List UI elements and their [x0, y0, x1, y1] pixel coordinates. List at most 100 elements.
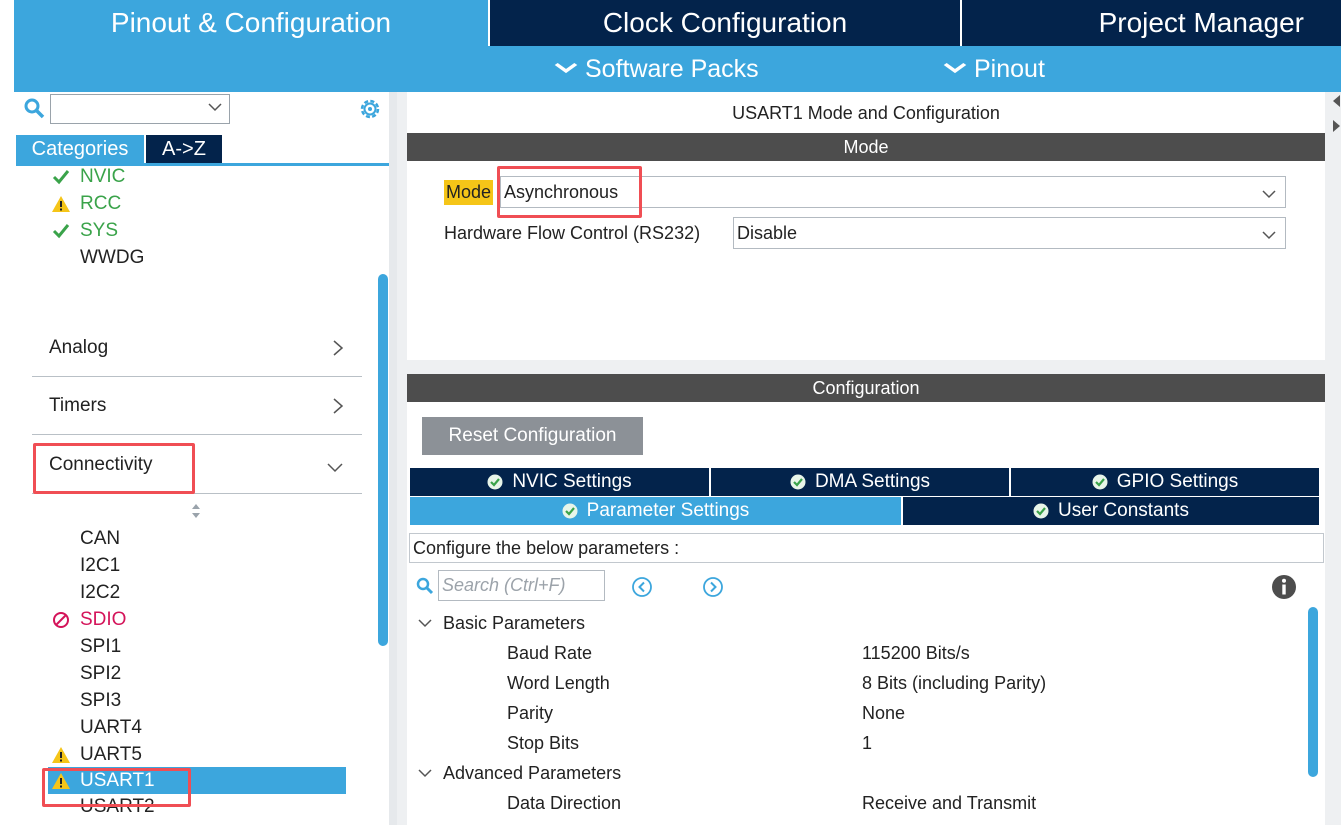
tab-label: NVIC Settings: [512, 471, 632, 492]
mode-header: Mode: [407, 133, 1325, 161]
tab-clock-configuration[interactable]: Clock Configuration: [490, 0, 960, 46]
list-item-label: SPI1: [80, 636, 122, 657]
blank-icon: [50, 717, 72, 739]
gear-icon[interactable]: [357, 96, 383, 127]
next-result-icon[interactable]: [702, 576, 724, 603]
section-label: Analog: [49, 336, 109, 358]
hfc-label: Hardware Flow Control (RS232): [444, 223, 701, 243]
list-item-uart4[interactable]: UART4: [50, 715, 142, 741]
list-item-label: I2C2: [80, 582, 121, 603]
list-item-spi3[interactable]: SPI3: [50, 688, 121, 714]
configure-instructions: Configure the below parameters :: [409, 533, 1324, 563]
pinout-label: Pinout: [974, 54, 1045, 83]
list-item-spi1[interactable]: SPI1: [50, 634, 121, 660]
group-basic-parameters[interactable]: Basic Parameters: [417, 610, 585, 636]
blocked-icon: [50, 609, 72, 631]
software-packs-menu[interactable]: Software Packs: [554, 46, 759, 92]
list-item-i2c1[interactable]: I2C1: [50, 553, 120, 579]
param-value[interactable]: None: [862, 700, 905, 726]
list-item-uart5[interactable]: UART5: [50, 742, 142, 768]
list-item-label: CAN: [80, 528, 121, 549]
parameters-scrollbar[interactable]: [1308, 607, 1318, 777]
chevron-down-icon[interactable]: [207, 99, 223, 120]
chevron-right-icon: [332, 339, 344, 363]
list-item-spi2[interactable]: SPI2: [50, 661, 121, 687]
param-value[interactable]: 8 Bits (including Parity): [862, 670, 1046, 696]
check-circle-icon: [1033, 503, 1049, 519]
sort-icon[interactable]: [190, 502, 202, 525]
group-advanced-parameters[interactable]: Advanced Parameters: [417, 760, 621, 786]
chevron-down-icon: [326, 458, 344, 480]
tab-parameter-settings[interactable]: Parameter Settings: [410, 497, 901, 525]
param-value[interactable]: Receive and Transmit: [862, 790, 1036, 816]
configuration-header: Configuration: [407, 374, 1325, 402]
tab-gpio-settings[interactable]: GPIO Settings: [1011, 468, 1319, 496]
page-title: USART1 Mode and Configuration: [732, 103, 1000, 123]
group-label: Advanced Parameters: [443, 762, 622, 783]
chevron-down-icon[interactable]: [1261, 226, 1277, 247]
param-value[interactable]: 115200 Bits/s: [862, 640, 970, 666]
search-combo[interactable]: [50, 94, 230, 124]
parameter-search-input[interactable]: Search (Ctrl+F): [438, 570, 605, 601]
section-timers[interactable]: Timers: [32, 377, 362, 435]
search-icon[interactable]: [416, 577, 434, 600]
list-item-label: UART4: [80, 717, 142, 738]
reset-configuration-button[interactable]: Reset Configuration: [422, 417, 643, 455]
pinout-menu[interactable]: Pinout: [943, 46, 1045, 92]
list-item-label: SPI3: [80, 690, 122, 711]
tab-user-constants[interactable]: User Constants: [903, 497, 1319, 525]
list-item-nvic[interactable]: NVIC: [50, 164, 125, 190]
warning-icon: [50, 744, 72, 766]
list-item-label: SPI2: [80, 663, 122, 684]
tab-pinout-configuration[interactable]: Pinout & Configuration: [14, 0, 488, 46]
list-item-sys[interactable]: SYS: [50, 218, 118, 244]
info-icon[interactable]: [1271, 574, 1297, 605]
list-item-label: NVIC: [80, 166, 126, 187]
list-item-i2c2[interactable]: I2C2: [50, 580, 120, 606]
tab-label: A->Z: [162, 137, 206, 160]
tab-label: Parameter Settings: [586, 500, 750, 521]
tab-project-manager[interactable]: Project Manager: [962, 0, 1341, 46]
chevron-down-icon: [553, 58, 578, 80]
top-tab-bar: Pinout & Configuration Clock Configurati…: [0, 0, 1341, 46]
blank-icon: [50, 247, 72, 269]
list-item-rcc[interactable]: RCC: [50, 191, 121, 217]
left-scrollbar[interactable]: [378, 274, 388, 646]
software-packs-label: Software Packs: [585, 54, 759, 83]
chevron-down-icon[interactable]: [1261, 185, 1277, 206]
tab-label: User Constants: [1058, 500, 1189, 521]
tab-label: Pinout & Configuration: [110, 7, 392, 38]
check-circle-icon: [1092, 474, 1108, 490]
tab-dma-settings[interactable]: DMA Settings: [711, 468, 1009, 496]
list-item-can[interactable]: CAN: [50, 526, 120, 552]
search-icon[interactable]: [24, 98, 46, 125]
tab-nvic-settings[interactable]: NVIC Settings: [410, 468, 709, 496]
hfc-select[interactable]: Disable: [733, 217, 1286, 249]
param-value[interactable]: 1: [862, 730, 872, 756]
tab-label: DMA Settings: [814, 471, 931, 492]
section-analog[interactable]: Analog: [32, 319, 362, 377]
param-name: Stop Bits: [507, 732, 580, 753]
chevron-right-icon: [332, 397, 344, 421]
blank-icon: [50, 663, 72, 685]
list-item-sdio[interactable]: SDIO: [50, 607, 126, 633]
previous-result-icon[interactable]: [631, 576, 653, 603]
list-item-wwdg[interactable]: WWDG: [50, 245, 144, 271]
tab-label: GPIO Settings: [1116, 471, 1239, 492]
check-circle-icon: [487, 474, 503, 490]
blank-icon: [50, 636, 72, 658]
search-placeholder: Search (Ctrl+F): [442, 575, 566, 595]
chevron-down-icon: [942, 58, 967, 80]
section-label: Timers: [49, 394, 107, 416]
tab-a-z[interactable]: A->Z: [146, 135, 222, 163]
list-item-label: WWDG: [80, 247, 145, 268]
collapse-arrows-icon[interactable]: [1331, 92, 1341, 137]
hfc-select-value: Disable: [737, 222, 798, 243]
panel-divider[interactable]: [389, 92, 397, 825]
tab-label: Project Manager: [1098, 7, 1304, 38]
highlight-mode-value: [497, 166, 642, 218]
tab-categories[interactable]: Categories: [16, 135, 144, 163]
list-item-label: SYS: [80, 220, 119, 241]
list-item-label: SDIO: [80, 609, 127, 630]
check-circle-icon: [562, 503, 578, 519]
